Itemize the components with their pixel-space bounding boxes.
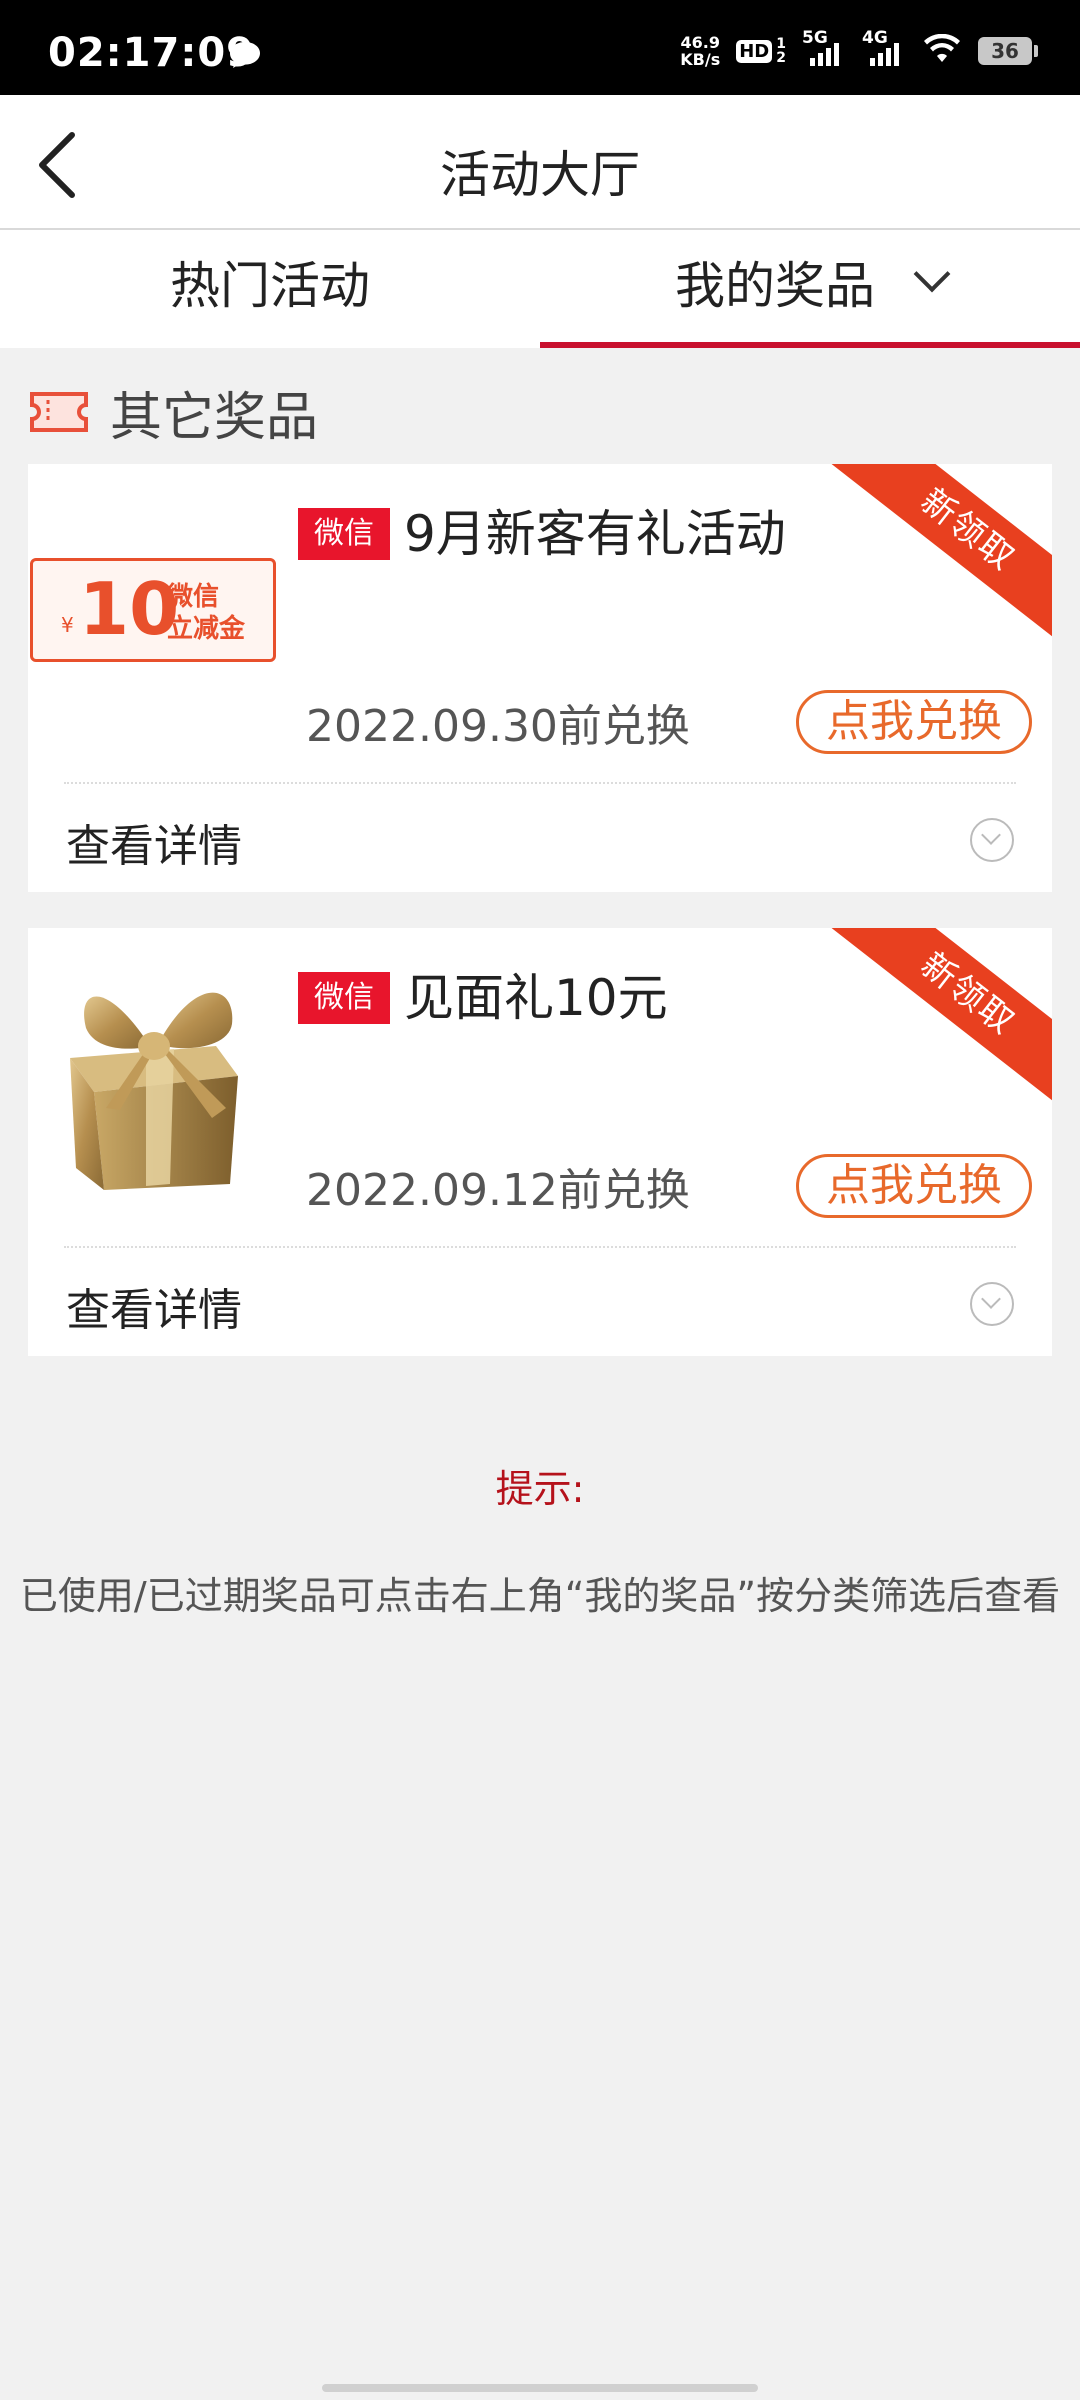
chevron-down-icon [913, 255, 951, 293]
wechat-badge: 微信 [298, 508, 390, 560]
hd-icon: HD [736, 39, 773, 63]
tab-bar: 热门活动 我的奖品 [0, 230, 1080, 348]
status-bar: 02:17:09 46.9 KB/s HD 1 2 5G 4G 36 [0, 0, 1080, 95]
section-header: 其它奖品 [28, 372, 318, 452]
prize-card: 新领取 微信 见面礼10元 2022.09.12前兑换 点我兑换 查看详情 [28, 928, 1052, 1356]
section-title: 其它奖品 [110, 387, 319, 448]
tip-text: 已使用/已过期奖品可点击右上角“我的奖品”按分类筛选后查看 [19, 1574, 1061, 1618]
voucher-amount: 10 [79, 567, 180, 651]
tab-hot-activities[interactable]: 热门活动 [0, 230, 540, 348]
prize-expiry: 2022.09.12前兑换 [306, 1165, 690, 1216]
home-indicator[interactable] [322, 2384, 758, 2392]
prize-card: 新领取 ¥ 10 微信 立减金 微信 9月新客有礼活动 2022.09.30前兑… [28, 464, 1052, 892]
wifi-icon [922, 33, 962, 68]
tab-label: 我的奖品 [675, 257, 875, 315]
new-ribbon-badge: 新领取 [830, 464, 1052, 648]
voucher-currency: ¥ [61, 613, 74, 637]
expand-chevron-icon[interactable] [970, 1282, 1014, 1326]
network-speed: 46.9 KB/s [680, 33, 721, 69]
status-time: 02:17:09 [48, 30, 255, 76]
page-title: 活动大厅 [440, 146, 640, 204]
view-details-link[interactable]: 查看详情 [66, 1274, 242, 1338]
tab-my-prizes[interactable]: 我的奖品 [540, 230, 1080, 348]
voucher-label: 微信 立减金 [167, 582, 246, 644]
divider [64, 1246, 1016, 1248]
battery-icon: 36 [978, 37, 1038, 65]
message-bubble-icon [228, 40, 262, 74]
tab-label: 热门活动 [170, 257, 370, 315]
signal-4g-icon: 4G [862, 28, 906, 68]
wechat-voucher-image: ¥ 10 微信 立减金 [30, 558, 276, 662]
prize-name: 见面礼10元 [404, 969, 668, 1027]
wechat-badge: 微信 [298, 972, 390, 1024]
prize-expiry: 2022.09.30前兑换 [306, 701, 690, 752]
new-ribbon-badge: 新领取 [830, 928, 1052, 1112]
redeem-button[interactable]: 点我兑换 [796, 1154, 1032, 1218]
active-tab-indicator [540, 342, 1080, 348]
gift-box-icon [70, 992, 238, 1190]
ticket-icon [30, 392, 88, 432]
divider [64, 782, 1016, 784]
view-details-link[interactable]: 查看详情 [66, 810, 242, 874]
signal-5g-icon: 5G [802, 28, 846, 68]
prize-name: 9月新客有礼活动 [404, 505, 786, 563]
expand-chevron-icon[interactable] [970, 818, 1014, 862]
app-header: 活动大厅 [0, 95, 1080, 230]
redeem-button[interactable]: 点我兑换 [796, 690, 1032, 754]
hd-sim-index: 1 2 [776, 36, 786, 66]
tip-title: 提示: [495, 1467, 585, 1511]
status-icons: 46.9 KB/s HD 1 2 5G 4G 36 [680, 28, 1038, 69]
